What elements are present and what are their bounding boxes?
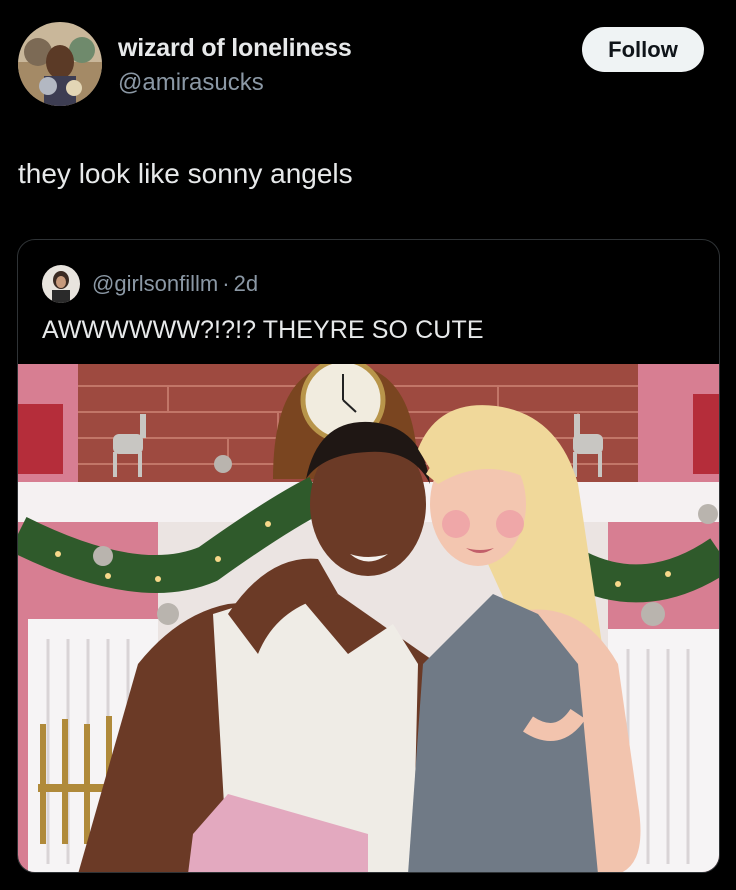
author-handle[interactable]: @amirasucks <box>118 69 352 97</box>
quoted-tweet-header: @girlsonfillm · 2d <box>42 264 258 304</box>
quoted-author-avatar <box>42 265 80 303</box>
quoted-tweet[interactable]: @girlsonfillm · 2d AWWWWWW?!?!? THEYRE S… <box>17 239 720 873</box>
quoted-tweet-text: AWWWWWW?!?!? THEYRE SO CUTE <box>42 316 484 344</box>
follow-button[interactable]: Follow <box>582 27 704 72</box>
tweet-text: they look like sonny angels <box>18 158 353 189</box>
quoted-timestamp: 2d <box>233 271 259 296</box>
tweet-header: wizard of loneliness @amirasucks Follow <box>18 22 704 108</box>
author-display-name[interactable]: wizard of loneliness <box>118 34 352 63</box>
quoted-separator: · <box>222 271 230 296</box>
quoted-author-handle: @girlsonfillm <box>92 271 219 296</box>
quoted-tweet-photo[interactable] <box>18 364 719 872</box>
author-names: wizard of loneliness @amirasucks <box>118 34 352 97</box>
author-avatar[interactable] <box>18 22 102 106</box>
